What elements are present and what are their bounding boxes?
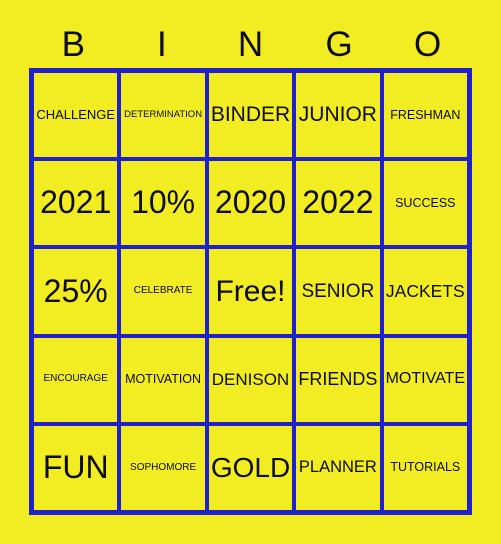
bingo-cell[interactable]: 25% — [32, 247, 120, 336]
bingo-cell[interactable]: CHALLENGE — [32, 71, 120, 160]
bingo-cell[interactable]: Free! — [206, 247, 295, 336]
bingo-cell-label: FRIENDS — [298, 369, 378, 390]
bingo-cell[interactable]: CELEBRATE — [119, 247, 207, 336]
bingo-cell-label: JACKETS — [385, 281, 465, 302]
bingo-cell-label: DETERMINATION — [124, 109, 203, 121]
bingo-cell-label: FRESHMAN — [390, 107, 461, 122]
bingo-cell-label: MOTIVATION — [125, 372, 202, 387]
bingo-cell[interactable]: SENIOR — [294, 247, 382, 336]
header-letter-i: I — [157, 25, 167, 64]
header-letter-n: N — [237, 25, 264, 64]
bingo-cell-label: SOPHOMORE — [130, 461, 197, 473]
bingo-cell[interactable]: JACKETS — [381, 247, 469, 336]
bingo-cell-label: ENCOURAGE — [43, 373, 108, 385]
header-letter-g: G — [325, 25, 353, 64]
header-letter-b: B — [61, 25, 85, 64]
bingo-cell[interactable]: PLANNER — [294, 423, 382, 512]
bingo-cell-label: MOTIVATE — [385, 370, 465, 388]
bingo-cell[interactable]: 10% — [119, 159, 207, 248]
bingo-cell-label: JUNIOR — [298, 103, 377, 127]
bingo-cell[interactable]: DENISON — [206, 335, 295, 424]
bingo-cell[interactable]: DETERMINATION — [119, 71, 207, 160]
bingo-cell-label: 2022 — [302, 184, 374, 221]
bingo-card: B I N G O CHALLENGE DETERMINATION BINDER JU… — [0, 0, 501, 544]
bingo-cell-label: FUN — [42, 449, 109, 486]
bingo-cell[interactable]: GOLD — [206, 423, 295, 512]
bingo-cell-label: 2021 — [40, 184, 112, 221]
bingo-cell-label: CELEBRATE — [133, 285, 193, 297]
bingo-cell-label: 2020 — [214, 184, 287, 221]
bingo-cell[interactable]: MOTIVATION — [119, 335, 207, 424]
bingo-cell-label: Free! — [215, 274, 286, 308]
bingo-cell-label: PLANNER — [298, 458, 377, 477]
bingo-cell[interactable]: MOTIVATE — [381, 335, 469, 424]
bingo-cell-label: DENISON — [211, 369, 290, 389]
bingo-cell[interactable]: BINDER — [206, 71, 295, 160]
bingo-cell[interactable]: SOPHOMORE — [119, 423, 207, 512]
bingo-cell-label: 10% — [131, 184, 196, 221]
bingo-cell[interactable]: ENCOURAGE — [32, 335, 120, 424]
header-letter-o: O — [414, 25, 442, 64]
bingo-cell[interactable]: 2022 — [294, 159, 382, 248]
bingo-header: B I N G O — [29, 22, 472, 68]
bingo-cell[interactable]: FRIENDS — [294, 335, 382, 424]
bingo-cell[interactable]: 2020 — [206, 159, 295, 248]
bingo-cell[interactable]: FUN — [32, 423, 120, 512]
bingo-cell-label: GOLD — [210, 452, 291, 484]
bingo-cell[interactable]: TUTORIALS — [381, 423, 469, 512]
bingo-cell-label: BINDER — [210, 103, 291, 127]
bingo-cell[interactable]: 2021 — [32, 159, 120, 248]
bingo-cell-label: CHALLENGE — [36, 107, 116, 123]
bingo-cell-label: 25% — [43, 272, 108, 309]
bingo-cell-label: SENIOR — [301, 280, 375, 302]
bingo-cell-label: SUCCESS — [395, 195, 456, 210]
bingo-cell[interactable]: SUCCESS — [381, 159, 469, 248]
bingo-cell-label: TUTORIALS — [390, 460, 461, 475]
bingo-cell[interactable]: FRESHMAN — [381, 71, 469, 160]
bingo-cell[interactable]: JUNIOR — [294, 71, 382, 160]
bingo-grid: CHALLENGE DETERMINATION BINDER JUNIOR FRESHM… — [29, 68, 472, 515]
